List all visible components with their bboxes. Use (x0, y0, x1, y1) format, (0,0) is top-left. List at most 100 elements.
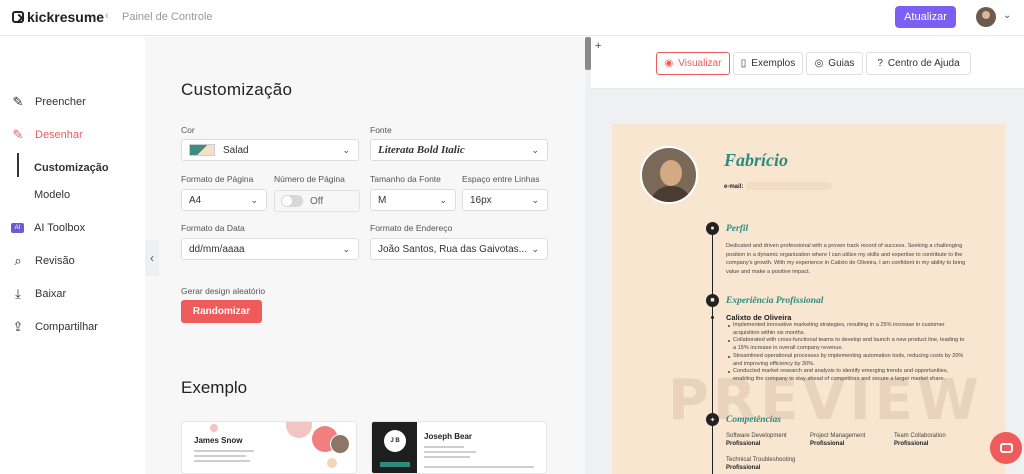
plus-icon[interactable]: + (595, 40, 601, 52)
help-icon: ? (877, 58, 883, 69)
download-icon: ⤓ (15, 286, 21, 301)
edit-box-icon: ✎ (12, 127, 24, 142)
chat-icon (999, 443, 1013, 453)
resume-section-skills: Competências (726, 415, 781, 425)
tab-examples[interactable]: ▯ Exemplos (733, 52, 803, 75)
skill-name: Software Development (726, 433, 787, 439)
logo-icon (12, 11, 24, 23)
chevron-down-icon[interactable]: ⌄ (1003, 10, 1011, 21)
sidebar-item-label: Baixar (35, 288, 67, 300)
address-format-label: Formato de Endereço (370, 223, 453, 233)
resume-profile-text: Dedicated and driven professional with a… (726, 243, 966, 275)
line-spacing-label: Espaço entre Linhas (462, 174, 540, 184)
page-number-toggle[interactable]: Off (274, 190, 360, 212)
list-item: Streamlined operational processes by imp… (728, 352, 964, 367)
sidebar-item-review[interactable]: ⌕ Revisão (11, 253, 75, 268)
font-size-select[interactable]: M ⌄ (370, 189, 456, 211)
font-size-label: Tamanho da Fonte (370, 174, 441, 184)
color-select[interactable]: Salad ⌄ (181, 139, 359, 161)
book-icon: ▯ (740, 58, 747, 69)
brand-name: kickresume (27, 9, 105, 25)
chevron-left-icon[interactable]: ‹ (105, 10, 109, 22)
submenu-indicator (17, 153, 19, 177)
decor-circle (327, 458, 337, 468)
address-format-select[interactable]: João Santos, Rua das Gaivotas... ⌄ (370, 238, 548, 260)
font-value: Literata Bold Italic (378, 144, 465, 156)
skill-level: Profissional (894, 441, 929, 447)
list-item: Implemented innovative marketing strateg… (728, 322, 965, 337)
line-spacing-value: 16px (470, 194, 492, 206)
decor-circle (210, 424, 218, 432)
sidebar-item-fill[interactable]: ✎ Preencher (11, 94, 86, 109)
tab-label: Centro de Ajuda (887, 58, 960, 69)
list-item: Collaborated with cross-functional teams… (728, 337, 965, 352)
skills-icon: ✦ (706, 413, 719, 426)
monogram: J B (384, 430, 406, 452)
sidebar-item-label: AI Toolbox (34, 222, 86, 234)
decor-circle (286, 422, 312, 438)
tab-label: Exemplos (751, 58, 796, 69)
shoulders (650, 186, 692, 202)
address-format-value: João Santos, Rua das Gaivotas... (378, 243, 527, 255)
tab-help-center[interactable]: ? Centro de Ajuda (866, 52, 971, 75)
target-icon: ◎ (814, 58, 824, 69)
example-name: James Snow (194, 436, 243, 445)
sidebar-subitem-template[interactable]: Modelo (34, 189, 70, 201)
resume-section-profile: Perfil (726, 224, 749, 234)
chevron-down-icon: ⌄ (531, 244, 539, 254)
toggle-switch[interactable] (281, 195, 303, 207)
color-value: Salad (223, 144, 249, 156)
text-line (424, 456, 470, 458)
breadcrumb-dashboard[interactable]: Painel de Controle (122, 11, 213, 23)
randomize-button[interactable]: Randomizar (181, 300, 262, 323)
avatar[interactable] (976, 7, 996, 27)
sidebar-item-share[interactable]: ⇪ Compartilhar (11, 319, 98, 334)
skill-level: Profissional (726, 441, 761, 447)
avatar (330, 434, 350, 454)
pencil-icon: ✎ (12, 94, 24, 109)
skill-item: Software Development Profissional (726, 432, 787, 448)
kickresume-logo[interactable]: kickresume (12, 9, 104, 25)
tab-label: Guias (828, 58, 855, 69)
sidebar-item-download[interactable]: ⤓ Baixar (11, 286, 67, 301)
sidebar-item-label: Compartilhar (35, 321, 98, 333)
random-design-label: Gerar design aleatório (181, 286, 266, 296)
text-line (194, 460, 250, 462)
sidebar-item-ai-toolbox[interactable]: AI AI Toolbox (11, 222, 85, 234)
example-card-james-snow[interactable]: James Snow (181, 421, 357, 474)
example-card-joseph-bear[interactable]: J B Joseph Bear (371, 421, 547, 474)
page-format-label: Formato de Página (181, 174, 254, 184)
face (660, 160, 682, 186)
text-line (194, 450, 254, 452)
chevron-down-icon: ⌄ (342, 244, 350, 254)
date-format-select[interactable]: dd/mm/aaaa ⌄ (181, 238, 359, 260)
tab-preview[interactable]: ◉ Visualizar (656, 52, 730, 75)
skill-item: Technical Troubleshooting Profissional (726, 456, 795, 472)
font-size-value: M (378, 194, 387, 206)
collapse-sidebar-button[interactable]: ‹ (145, 240, 159, 276)
section-title-customization: Customização (181, 80, 293, 99)
sidebar-item-label: Preencher (35, 96, 86, 108)
timeline-dot (711, 316, 714, 319)
tab-guides[interactable]: ◎ Guias (806, 52, 863, 75)
text-line (194, 455, 246, 457)
resume-job-company: Calixto de Oliveira (726, 313, 792, 322)
upgrade-button[interactable]: Atualizar (895, 6, 956, 28)
resume-name: Fabrício (724, 150, 789, 170)
font-label: Fonte (370, 125, 392, 135)
page-number-label: Número de Página (274, 174, 345, 184)
chat-button[interactable] (990, 432, 1022, 464)
page-format-select[interactable]: A4 ⌄ (181, 189, 267, 211)
sidebar-item-label: Revisão (35, 255, 75, 267)
sidebar-item-design[interactable]: ✎ Desenhar (11, 127, 83, 142)
color-swatch (189, 144, 215, 156)
line-spacing-select[interactable]: 16px ⌄ (462, 189, 548, 211)
color-label: Cor (181, 125, 195, 135)
tab-label: Visualizar (678, 58, 722, 69)
font-select[interactable]: Literata Bold Italic ⌄ (370, 139, 548, 161)
person-icon: ● (706, 222, 719, 235)
sidebar-subitem-customization[interactable]: Customização (34, 162, 109, 174)
example-name: Joseph Bear (424, 432, 473, 441)
ai-badge-icon: AI (11, 223, 24, 233)
review-icon: ⌕ (14, 253, 22, 268)
